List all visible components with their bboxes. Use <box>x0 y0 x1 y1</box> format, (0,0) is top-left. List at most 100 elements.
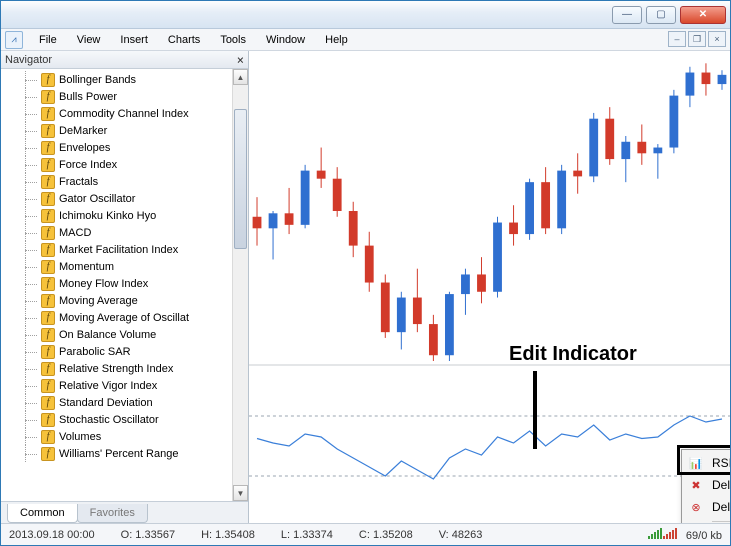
indicator-label: Force Index <box>59 159 117 171</box>
status-close: C: 1.35208 <box>359 529 413 541</box>
function-icon: f <box>41 141 55 155</box>
indicator-label: Parabolic SAR <box>59 346 131 358</box>
function-icon: f <box>41 192 55 206</box>
indicator-label: Williams' Percent Range <box>59 448 178 460</box>
indicator-item[interactable]: fMoney Flow Index <box>7 275 248 292</box>
menu-window[interactable]: Window <box>256 31 315 49</box>
ctx-delete-window-label: Delete Indicator Window <box>712 500 730 514</box>
navigator-header: Navigator × <box>1 51 248 69</box>
function-icon: f <box>41 379 55 393</box>
indicator-item[interactable]: f Envelopes <box>7 139 248 156</box>
indicator-item[interactable]: fIchimoku Kinko Hyo <box>7 207 248 224</box>
function-icon: f <box>41 328 55 342</box>
function-icon: f <box>41 345 55 359</box>
indicator-label: Moving Average of Oscillat <box>59 312 189 324</box>
ctx-delete-window[interactable]: ⊗ Delete Indicator Window <box>684 496 730 518</box>
ctx-delete-label: Delete Indicator <box>712 478 730 492</box>
function-icon: f <box>41 396 55 410</box>
scroll-down-button[interactable]: ▼ <box>233 485 248 501</box>
indicator-label: DeMarker <box>59 125 107 137</box>
window-close-button[interactable]: ✕ <box>680 6 726 24</box>
indicator-item[interactable]: f Moving Average of Oscillat <box>7 309 248 326</box>
menu-insert[interactable]: Insert <box>110 31 158 49</box>
function-icon: f <box>41 209 55 223</box>
indicator-label: Standard Deviation <box>59 397 153 409</box>
navigator-title: Navigator <box>5 54 52 66</box>
function-icon: f <box>41 294 55 308</box>
status-low: L: 1.33374 <box>281 529 333 541</box>
indicator-item[interactable]: f Stochastic Oscillator <box>7 411 248 428</box>
titlebar: — ▢ ✕ <box>1 1 730 29</box>
delete-icon: ✖ <box>686 476 706 494</box>
navigator-close-button[interactable]: × <box>237 53 244 67</box>
function-icon: f <box>41 362 55 376</box>
indicator-item[interactable]: fForce Index <box>7 156 248 173</box>
annotation-connector <box>533 371 537 449</box>
indicator-label: Commodity Channel Index <box>59 108 189 120</box>
indicator-item[interactable]: fWilliams' Percent Range <box>7 445 248 462</box>
indicator-label: Fractals <box>59 176 98 188</box>
indicator-label: Bulls Power <box>59 91 117 103</box>
function-icon: f <box>41 260 55 274</box>
indicator-item[interactable]: fMarket Facilitation Index <box>7 241 248 258</box>
tab-common[interactable]: Common <box>7 504 78 523</box>
function-icon: f <box>41 226 55 240</box>
function-icon: f <box>41 430 55 444</box>
status-open: O: 1.33567 <box>121 529 175 541</box>
scroll-thumb[interactable] <box>234 109 247 249</box>
indicator-item[interactable]: f Gator Oscillator <box>7 190 248 207</box>
ctx-delete-indicator[interactable]: ✖ Delete Indicator <box>684 474 730 496</box>
indicator-item[interactable]: f Relative Strength Index <box>7 360 248 377</box>
context-menu: 📊 RSI(14) properties... ✖ Delete Indicat… <box>681 449 730 523</box>
ctx-properties[interactable]: 📊 RSI(14) properties... <box>684 452 730 474</box>
indicator-label: Bollinger Bands <box>59 74 136 86</box>
menu-help[interactable]: Help <box>315 31 358 49</box>
navigator-scrollbar[interactable]: ▲ ▼ <box>232 69 248 501</box>
connection-status: 69/0 kb <box>648 527 722 542</box>
indicator-label: Gator Oscillator <box>59 193 135 205</box>
status-date: 2013.09.18 00:00 <box>9 529 95 541</box>
chart-area[interactable]: Edit Indicator 📊 RSI(14) properties... ✖… <box>249 51 730 523</box>
indicator-label: Money Flow Index <box>59 278 148 290</box>
indicator-label: Envelopes <box>59 142 110 154</box>
indicator-item[interactable]: f MACD <box>7 224 248 241</box>
indicator-item[interactable]: fBulls Power <box>7 88 248 105</box>
window-minimize-button[interactable]: — <box>612 6 642 24</box>
menu-file[interactable]: File <box>29 31 67 49</box>
indicator-label: Stochastic Oscillator <box>59 414 159 426</box>
indicator-label: Volumes <box>59 431 101 443</box>
indicator-item[interactable]: fCommodity Channel Index <box>7 105 248 122</box>
window-maximize-button[interactable]: ▢ <box>646 6 676 24</box>
indicator-item[interactable]: fFractals <box>7 173 248 190</box>
indicator-label: On Balance Volume <box>59 329 156 341</box>
mdi-close-button[interactable]: × <box>708 31 726 47</box>
indicator-item[interactable]: f Momentum <box>7 258 248 275</box>
properties-icon: 📊 <box>686 454 706 472</box>
indicator-label: MACD <box>59 227 91 239</box>
scroll-up-button[interactable]: ▲ <box>233 69 248 85</box>
indicator-item[interactable]: fBollinger Bands <box>7 71 248 88</box>
indicator-item[interactable]: f Moving Average <box>7 292 248 309</box>
indicator-label: Momentum <box>59 261 114 273</box>
mdi-restore-button[interactable]: ❐ <box>688 31 706 47</box>
menu-tools[interactable]: Tools <box>210 31 256 49</box>
function-icon: f <box>41 413 55 427</box>
delete-window-icon: ⊗ <box>686 498 706 516</box>
mdi-minimize-button[interactable]: – <box>668 31 686 47</box>
function-icon: f <box>41 124 55 138</box>
navigator-panel: Navigator × fBollinger BandsfBulls Power… <box>1 51 249 523</box>
status-volume: V: 48263 <box>439 529 483 541</box>
indicator-item[interactable]: f Volumes <box>7 428 248 445</box>
menu-view[interactable]: View <box>67 31 111 49</box>
status-high: H: 1.35408 <box>201 529 255 541</box>
tab-favorites[interactable]: Favorites <box>77 504 148 523</box>
indicator-label: Moving Average <box>59 295 138 307</box>
indicator-label: Relative Strength Index <box>59 363 173 375</box>
indicator-item[interactable]: fRelative Vigor Index <box>7 377 248 394</box>
indicator-item[interactable]: f Standard Deviation <box>7 394 248 411</box>
indicator-item[interactable]: f DeMarker <box>7 122 248 139</box>
function-icon: f <box>41 311 55 325</box>
menu-charts[interactable]: Charts <box>158 31 210 49</box>
indicator-item[interactable]: f On Balance Volume <box>7 326 248 343</box>
indicator-item[interactable]: f Parabolic SAR <box>7 343 248 360</box>
